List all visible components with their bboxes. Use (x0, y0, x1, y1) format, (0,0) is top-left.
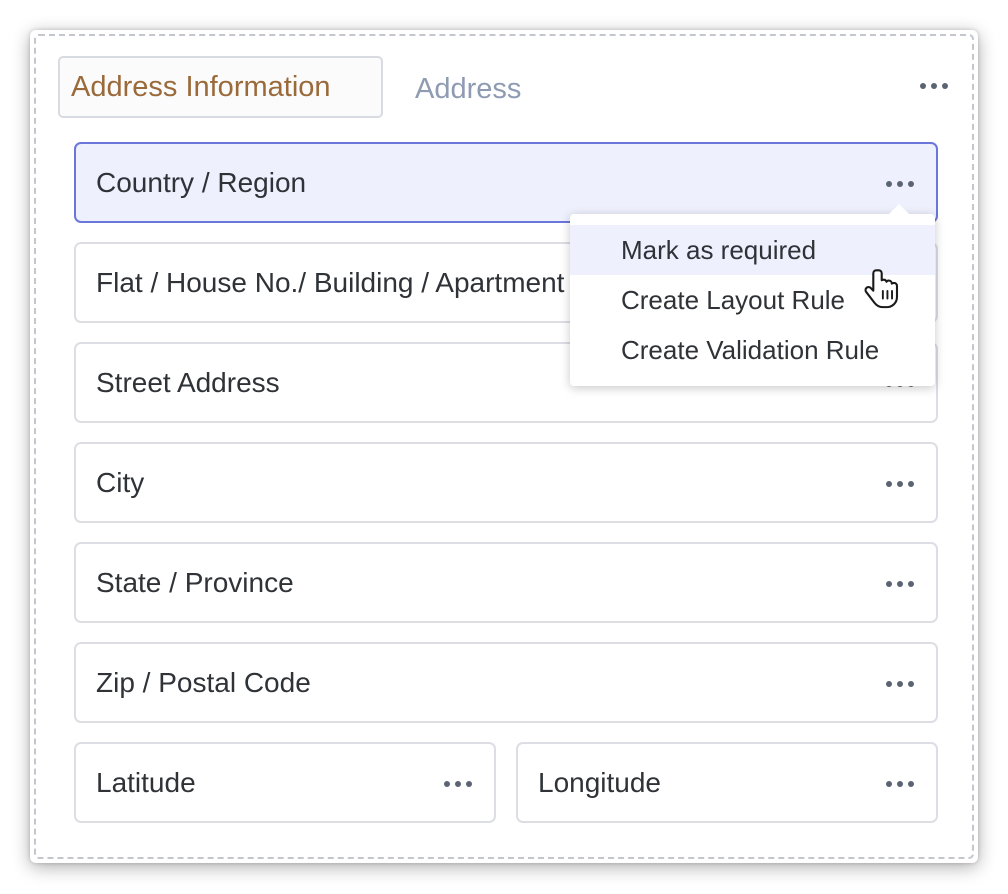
menu-caret (888, 204, 910, 215)
field-label: Zip / Postal Code (96, 667, 311, 698)
field-label: Latitude (96, 767, 196, 798)
more-icon[interactable] (886, 679, 914, 689)
more-icon[interactable] (886, 179, 914, 189)
field-label: Street Address (96, 367, 280, 398)
more-icon[interactable] (886, 779, 914, 789)
field-label: Flat / House No./ Building / Apartment N… (96, 267, 647, 298)
more-icon[interactable] (886, 479, 914, 489)
field-label: Longitude (538, 767, 662, 798)
field-latitude[interactable]: Latitude (74, 742, 496, 823)
field-label: State / Province (96, 567, 294, 598)
field-state-province[interactable]: State / Province (74, 542, 938, 623)
hand-pointer-icon (864, 269, 899, 309)
field-zip-postal-code[interactable]: Zip / Postal Code (74, 642, 938, 723)
section-type-label: Address (415, 73, 522, 105)
more-icon[interactable] (886, 579, 914, 589)
field-country-region[interactable]: Country / Region (74, 142, 938, 223)
field-longitude[interactable]: Longitude (516, 742, 938, 823)
section-name-input[interactable]: Address Information (58, 56, 383, 118)
section-more-icon[interactable] (920, 81, 948, 91)
section-name-text: Address Information (71, 71, 331, 103)
more-icon[interactable] (444, 779, 472, 789)
menu-item-create-validation-rule[interactable]: Create Validation Rule (570, 325, 935, 375)
field-label: City (96, 467, 145, 498)
field-city[interactable]: City (74, 442, 938, 523)
field-label: Country / Region (96, 167, 307, 198)
